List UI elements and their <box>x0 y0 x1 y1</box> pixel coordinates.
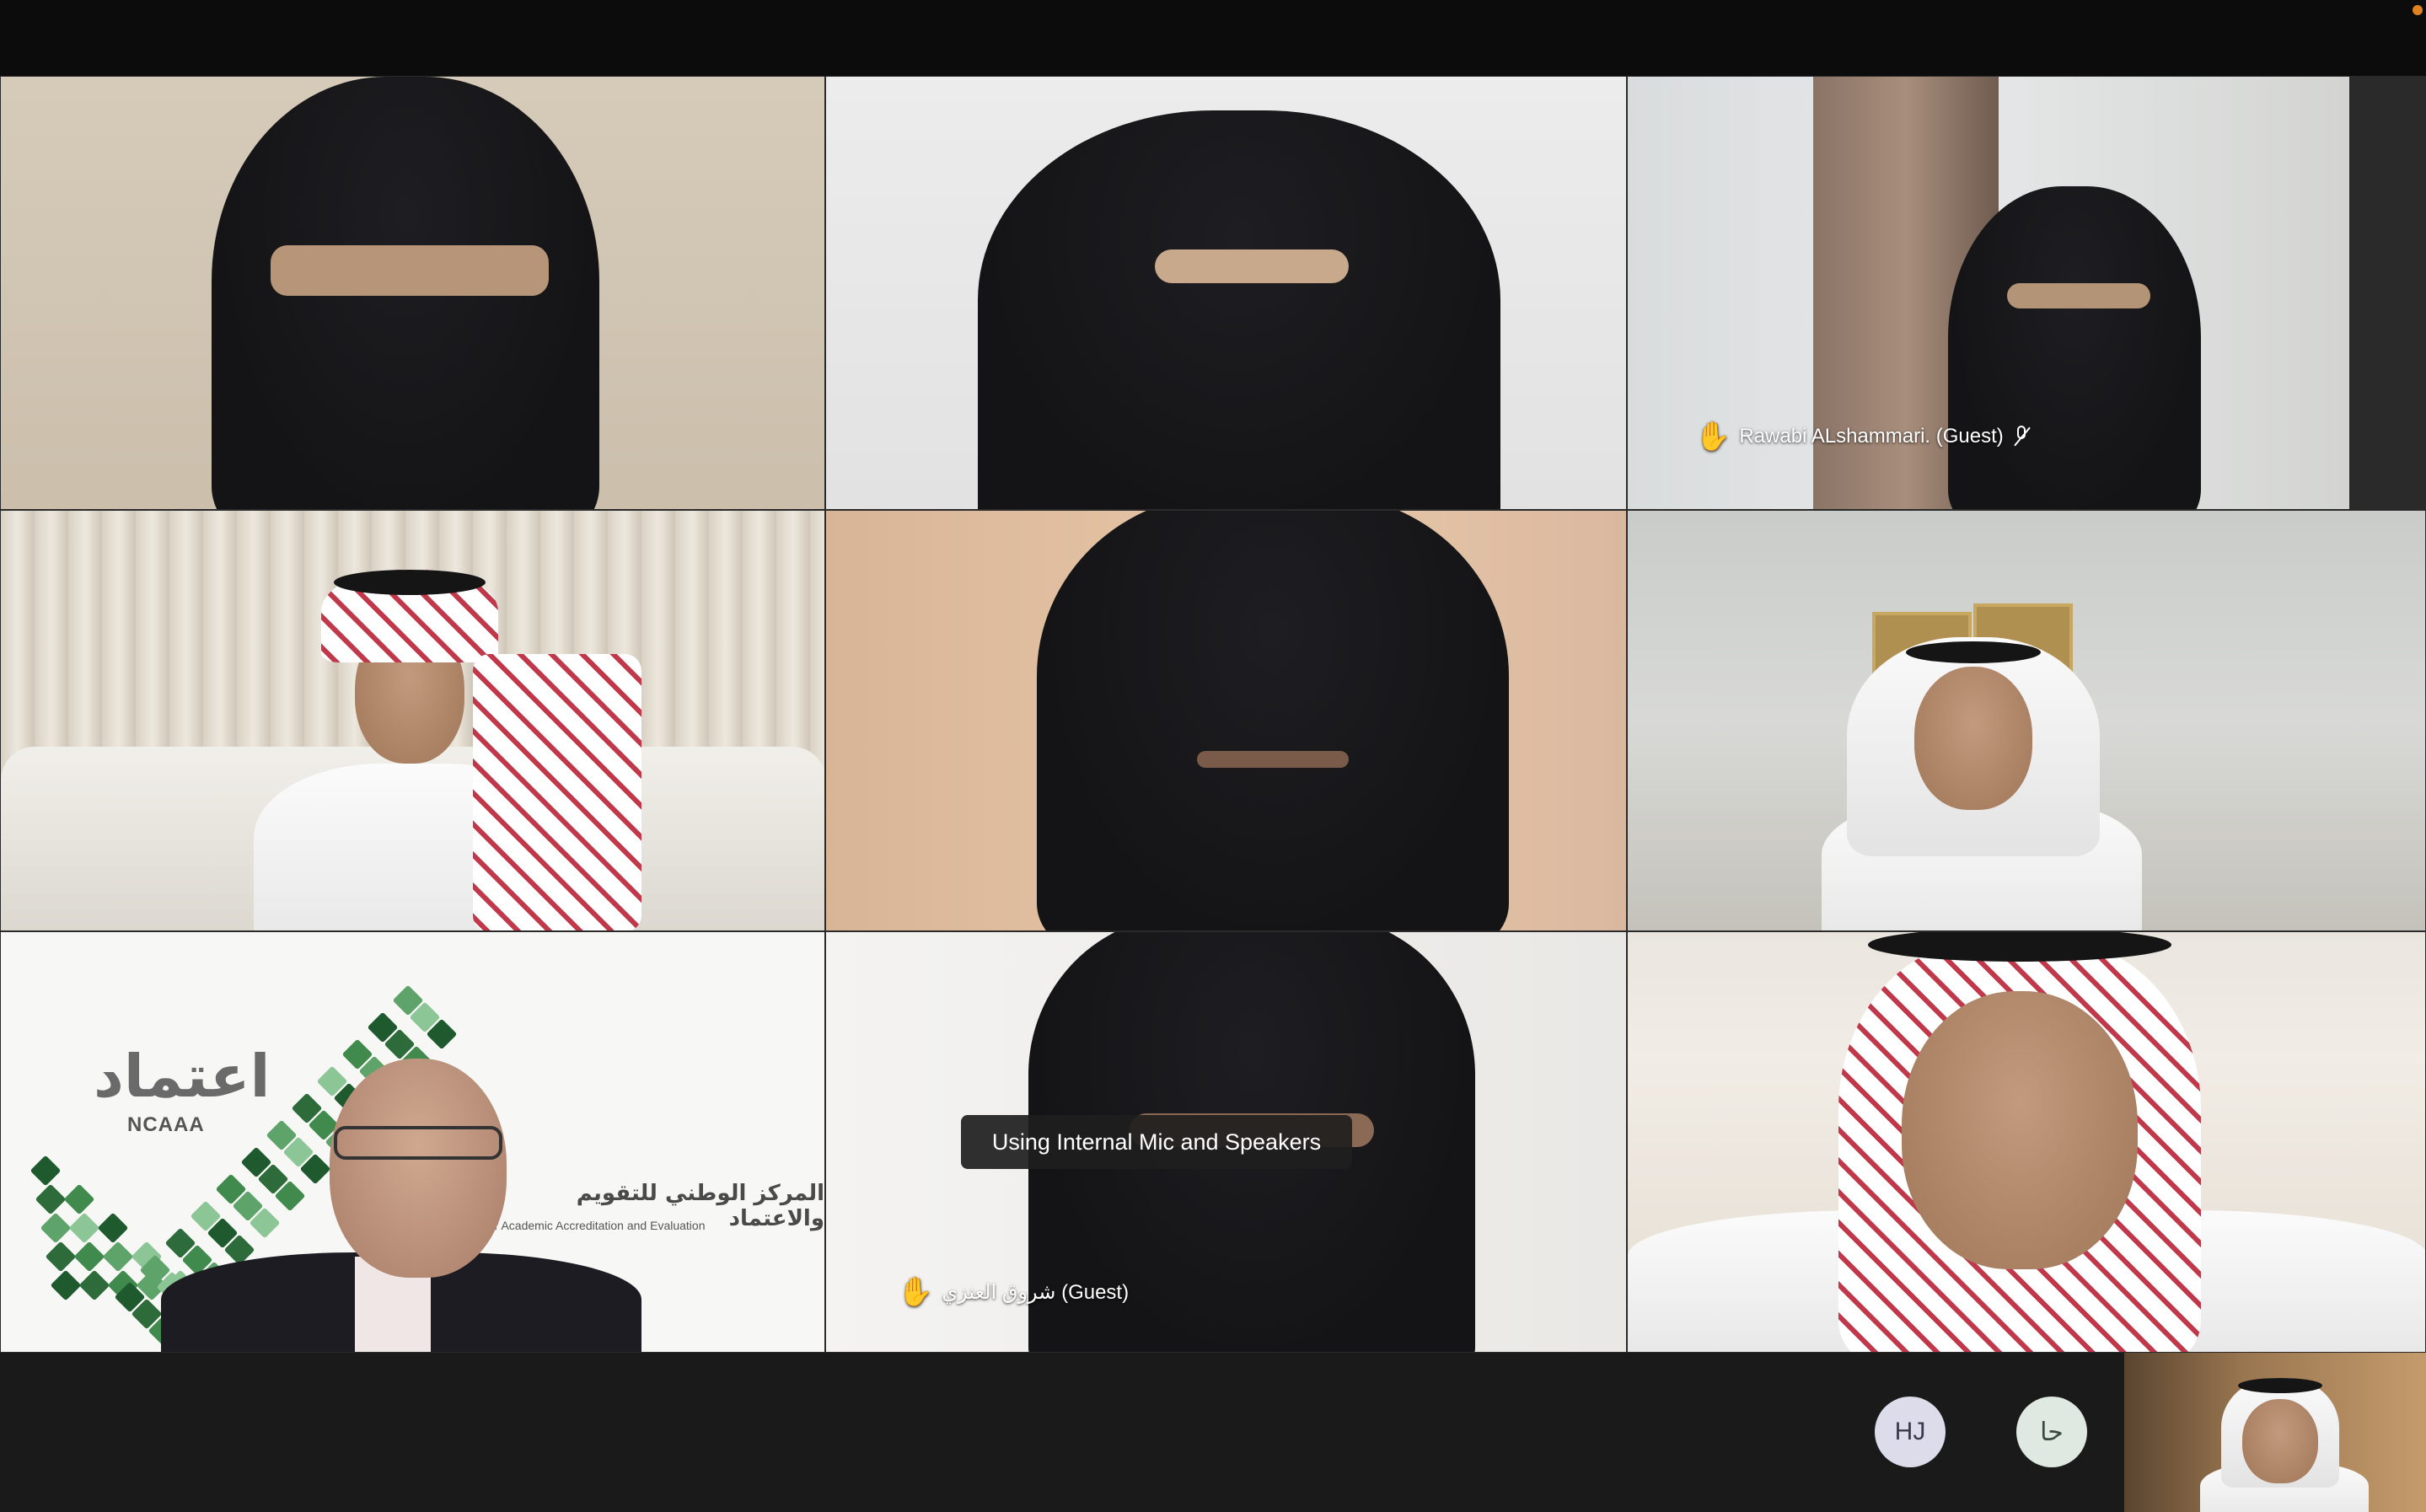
logo-square <box>73 1241 105 1273</box>
logo-english-full: for Academic Accreditation and Evaluatio… <box>485 1219 706 1232</box>
participant-eyes <box>2007 283 2150 308</box>
participant-eyes <box>1197 751 1349 768</box>
video-tile-p7[interactable]: اعتماد NCAAA المركز الوطني للتقويم والاع… <box>0 931 825 1353</box>
avatar-hj[interactable]: HJ <box>1875 1397 1946 1467</box>
participant-name-label: ✋ شروق العنزي (Guest) <box>898 1278 1129 1306</box>
participant-agal <box>1868 932 2171 962</box>
participant-shemagh-drape <box>473 654 641 930</box>
participant-figure <box>1037 511 1509 930</box>
window-background <box>2349 77 2425 509</box>
participant-face <box>2242 1399 2318 1483</box>
raised-hand-icon: ✋ <box>1695 421 1731 453</box>
logo-square <box>97 1212 129 1244</box>
video-tile-p3[interactable]: ✋ Rawabi ALshammari. (Guest) <box>1627 76 2426 510</box>
status-dot-icon <box>2413 5 2423 15</box>
video-tile-p4[interactable] <box>0 510 825 931</box>
video-tile-p6[interactable] <box>1627 510 2426 931</box>
participant-figure <box>1948 186 2201 509</box>
participant-name: Rawabi ALshammari. (Guest) <box>1739 425 2004 448</box>
logo-english-short: NCAAA <box>127 1113 205 1136</box>
logo-square <box>78 1269 110 1301</box>
video-tile-p9[interactable] <box>1627 931 2426 1353</box>
logo-square <box>30 1155 62 1187</box>
raised-hand-icon: ✋ <box>898 1276 934 1308</box>
avatar-ha[interactable]: حا <box>2016 1397 2087 1467</box>
participant-figure <box>978 110 1500 509</box>
video-tile-p5[interactable] <box>825 510 1627 931</box>
participant-eyes <box>271 245 549 296</box>
participant-agal <box>2238 1378 2322 1393</box>
participant-agal <box>1906 641 2041 663</box>
logo-square <box>63 1183 95 1215</box>
participant-face <box>330 1059 507 1278</box>
participant-face <box>1914 667 2032 810</box>
logo-square <box>40 1212 72 1244</box>
logo-square <box>68 1212 100 1244</box>
participant-strip: HJ حا <box>0 1353 2426 1512</box>
video-tile-p2[interactable] <box>825 76 1627 510</box>
video-tile-p1[interactable] <box>0 76 825 510</box>
logo-square <box>35 1183 67 1215</box>
glasses-icon <box>334 1126 502 1160</box>
mic-muted-icon <box>2012 424 2031 449</box>
logo-arabic-short: اعتماد <box>94 1042 271 1111</box>
top-bar <box>0 0 2426 76</box>
participant-eyes <box>1155 249 1349 283</box>
logo-square <box>50 1269 82 1301</box>
logo-square <box>45 1241 77 1273</box>
logo-square <box>102 1241 134 1273</box>
audio-notification-toast: Using Internal Mic and Speakers <box>961 1115 1352 1169</box>
self-view-video[interactable] <box>2124 1353 2426 1512</box>
participant-name: شروق العنزي (Guest) <box>942 1280 1130 1304</box>
participant-agal <box>334 570 486 595</box>
participant-face <box>1902 991 2138 1269</box>
participant-name-label: ✋ Rawabi ALshammari. (Guest) <box>1695 422 2031 451</box>
